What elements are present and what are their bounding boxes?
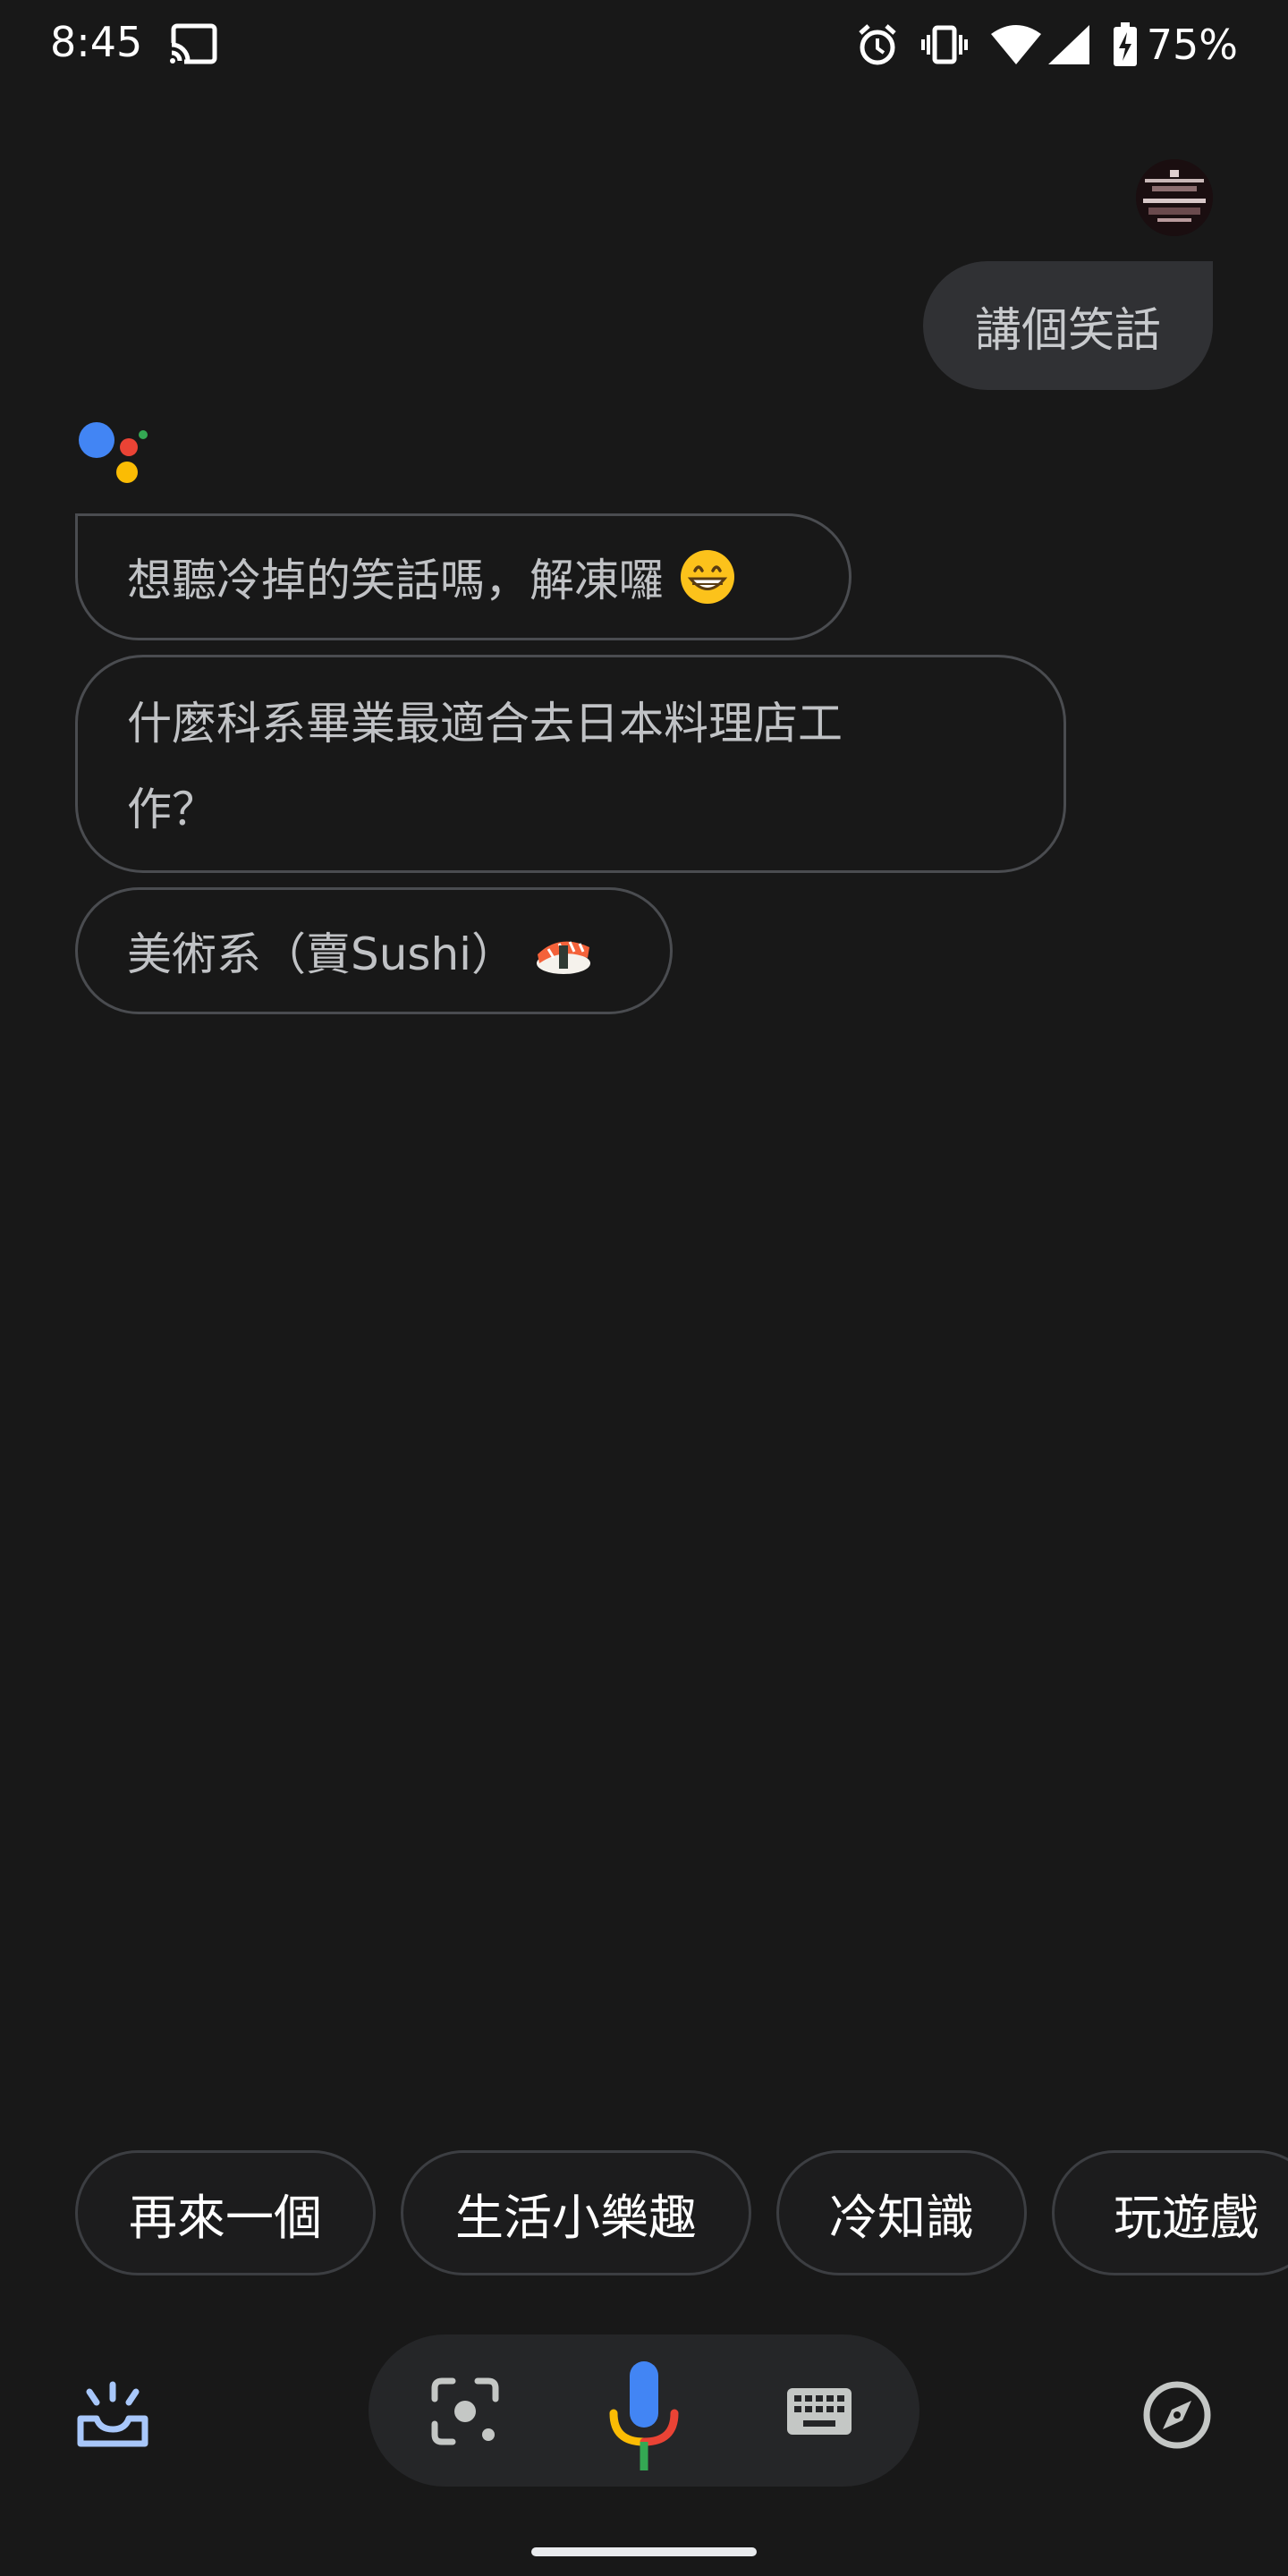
battery-percent: 75% [1146,21,1238,69]
assistant-message-text: 想聽冷掉的笑話嗎，解凍囉 [127,555,664,606]
suggestion-chip[interactable]: 生活小樂趣 [401,2150,751,2275]
suggestion-chip[interactable]: 玩遊戲 [1052,2150,1288,2275]
status-bar: 8:45 75% [0,0,1288,89]
lens-icon[interactable] [429,2376,501,2447]
assistant-message-bubble: 想聽冷掉的笑話嗎，解凍囉 [75,513,852,640]
assistant-message-bubble: 美術系（賣Sushi） [75,887,673,1014]
suggestion-chips: 再來一個 生活小樂趣 冷知識 玩遊戲 [75,2150,1288,2275]
mic-icon[interactable] [608,2361,680,2472]
grinning-face-icon [681,550,734,604]
assistant-message-bubble: 什麼科系畢業最適合去日本料理店工 作？ [75,655,1066,873]
suggestion-chip[interactable]: 冷知識 [776,2150,1027,2275]
wifi-icon [990,25,1041,64]
assistant-message-line: 什麼科系畢業最適合去日本料理店工 [127,698,843,750]
google-assistant-logo-icon [79,422,148,483]
assistant-screen: 8:45 75% 講個笑話 想聽冷掉的笑話嗎，解凍囉 什麼科系畢業最適合去日本料… [0,0,1288,2576]
battery-charging-icon [1113,22,1137,66]
user-message-bubble: 講個笑話 [922,261,1213,390]
alarm-icon [859,24,896,65]
assistant-message-line: 作？ [127,784,216,835]
signal-icon [1047,25,1089,64]
explore-icon[interactable] [1141,2379,1213,2451]
status-icons: 75% [857,20,1238,70]
sushi-icon [537,941,591,974]
user-avatar[interactable] [1136,159,1213,236]
keyboard-icon[interactable] [785,2386,853,2436]
home-indicator[interactable] [531,2547,757,2556]
status-time: 8:45 [50,18,143,66]
updates-icon[interactable] [75,2379,150,2451]
vibrate-icon [920,25,968,64]
cast-icon [170,23,217,64]
assistant-message-text: 美術系（賣Sushi） [127,928,517,980]
suggestion-chip[interactable]: 再來一個 [75,2150,376,2275]
